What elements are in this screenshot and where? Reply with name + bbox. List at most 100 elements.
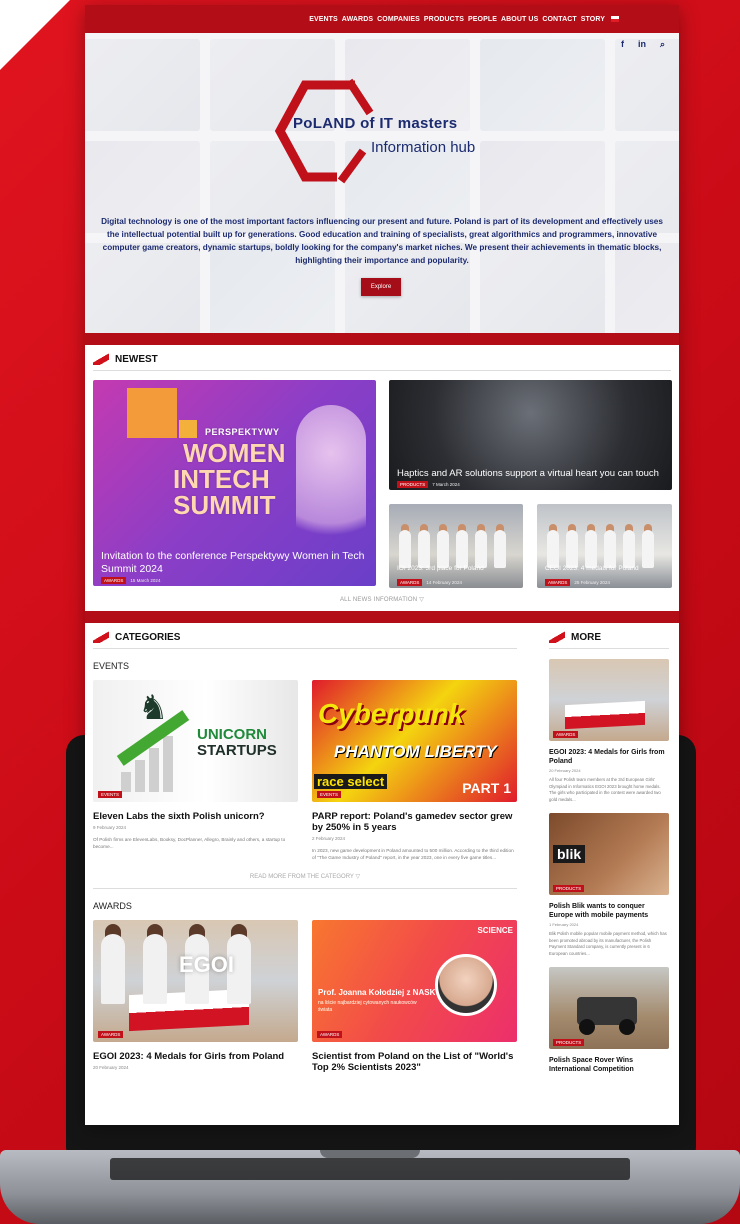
categories-column: CATEGORIES EVENTS ♞ UNICORN STARTUPS Eve… [93, 631, 517, 1073]
more-thumbnail[interactable]: Products [549, 967, 669, 1049]
section-mark-icon [549, 631, 565, 643]
newest-heading: NEWEST [115, 353, 158, 365]
news-card-ceoi[interactable]: CEOI 2023: 4 medals for Poland Awards 25 … [537, 504, 672, 588]
category-badge[interactable]: Products [553, 885, 585, 892]
more-date: 20 February 2024 [549, 768, 581, 773]
explore-button[interactable]: Explore [361, 278, 401, 296]
more-thumbnail[interactable]: Awards [549, 659, 669, 741]
article-title[interactable]: Scientist from Poland on the List of "Wo… [312, 1051, 517, 1073]
background-corner [0, 0, 70, 70]
more-item[interactable]: Awards EGOI 2023: 4 Medals for Girls fro… [549, 659, 669, 803]
section-mark-icon [93, 353, 109, 365]
summit-word: WOMEN [183, 438, 286, 468]
category-badge[interactable]: Events [98, 791, 123, 798]
hexagon-logo-icon [275, 78, 374, 184]
article-thumbnail[interactable]: ♞ UNICORN STARTUPS Events [93, 680, 298, 802]
card-title: CEOI 2023: 4 medals for Poland [545, 565, 639, 572]
article-thumbnail[interactable]: Cyberpunk PHANTOM LIBERTY race select PA… [312, 680, 517, 802]
article-gamedev[interactable]: Cyberpunk PHANTOM LIBERTY race select PA… [312, 680, 517, 861]
category-badge[interactable]: Awards [101, 577, 127, 584]
category-badge[interactable]: Awards [317, 1031, 343, 1038]
categories-header: CATEGORIES [93, 631, 517, 649]
news-card-haptics[interactable]: Haptics and AR solutions support a virtu… [389, 380, 672, 490]
category-badge[interactable]: Awards [545, 579, 571, 586]
card-title: IOI 2023: 3rd place for Poland [397, 565, 484, 572]
newest-header: NEWEST [93, 353, 671, 371]
graphic-text: Prof. Joanna Kołodziej z NASK [318, 988, 436, 997]
nav-awards[interactable]: AWARDS [342, 16, 373, 23]
read-more-link[interactable]: READ MORE FROM THE CATEGORY ▽ [93, 873, 517, 880]
categories-heading: CATEGORIES [115, 631, 181, 643]
summit-word: SUMMIT [173, 490, 276, 520]
awards-subheading[interactable]: AWARDS [93, 901, 517, 911]
divider-bar [85, 333, 679, 345]
facebook-icon[interactable]: f [621, 39, 624, 50]
more-item[interactable]: Products Polish Space Rover Wins Interna… [549, 967, 669, 1074]
more-title[interactable]: Polish Space Rover Wins International Co… [549, 1057, 669, 1074]
nav-story[interactable]: STORY [581, 16, 605, 23]
graphic-text: SCIENCE [477, 926, 513, 935]
summit-word: INTECH [173, 464, 270, 494]
category-badge[interactable]: Awards [397, 579, 423, 586]
nav-products[interactable]: PRODUCTS [424, 16, 464, 23]
article-date: 20 February 2024 [93, 1065, 129, 1070]
graphic-text: UNICORN [197, 726, 267, 743]
article-thumbnail[interactable]: SCIENCE Prof. Joanna Kołodziej z NASK na… [312, 920, 517, 1042]
more-title[interactable]: Polish Blik wants to conquer Europe with… [549, 903, 669, 920]
category-badge[interactable]: Awards [553, 731, 579, 738]
site-logo[interactable]: PoLAND of IT masters Information hub [275, 73, 515, 193]
card-date: 25 February 2024 [574, 580, 610, 585]
news-card-summit[interactable]: PERSPEKTYWY WOMEN INTECH SUMMIT Invitati… [93, 380, 376, 586]
graphic-text: Cyberpunk [318, 698, 465, 729]
article-unicorn[interactable]: ♞ UNICORN STARTUPS Events Eleven Labs th… [93, 680, 298, 861]
nav-people[interactable]: PEOPLE [468, 16, 497, 23]
newest-grid: PERSPEKTYWY WOMEN INTECH SUMMIT Invitati… [93, 380, 672, 590]
article-date: 2 February 2024 [312, 836, 346, 841]
newest-section: NEWEST PERSPEKTYWY WOMEN INTECH SUMMIT I… [85, 345, 679, 611]
all-news-link[interactable]: ALL NEWS INFORMATION ▽ [93, 590, 671, 611]
article-thumbnail[interactable]: EGOI Awards [93, 920, 298, 1042]
article-title[interactable]: EGOI 2023: 4 Medals for Girls from Polan… [93, 1051, 298, 1062]
article-egoi[interactable]: EGOI Awards EGOI 2023: 4 Medals for Girl… [93, 920, 298, 1073]
laptop-notch [320, 1150, 420, 1158]
nav-companies[interactable]: COMPANIES [377, 16, 420, 23]
logo-title: PoLAND of IT masters [293, 115, 458, 132]
card-date: 15 March 2024 [130, 578, 161, 583]
article-excerpt: In 2023, new game development in Poland … [312, 848, 514, 860]
nav-events[interactable]: EVENTS [309, 16, 338, 23]
category-badge[interactable]: Products [553, 1039, 585, 1046]
article-title[interactable]: PARP report: Poland's gamedev sector gre… [312, 811, 517, 833]
article-title[interactable]: Eleven Labs the sixth Polish unicorn? [93, 811, 298, 822]
portrait [435, 954, 497, 1016]
category-badge[interactable]: Events [317, 791, 342, 798]
hologram-figure [296, 405, 366, 565]
card-title: Invitation to the conference Perspektywy… [101, 550, 365, 575]
more-heading: MORE [571, 631, 601, 643]
card-date: 7 March 2024 [432, 482, 460, 487]
search-icon[interactable]: ⌕ [660, 39, 665, 50]
nav-contact[interactable]: CONTACT [542, 16, 576, 23]
summit-word: PERSPEKTYWY [205, 427, 280, 437]
graphic-text: EGOI [179, 952, 235, 977]
graphic-text: na liście najbardziej cytowanych naukowc… [318, 1000, 417, 1013]
news-card-ioi[interactable]: IOI 2023: 3rd place for Poland Awards 14 … [389, 504, 523, 588]
social-links: f in ⌕ [621, 39, 665, 50]
more-item[interactable]: blik Products Polish Blik wants to conqu… [549, 813, 669, 957]
category-badge[interactable]: Awards [98, 1031, 124, 1038]
website-page: EVENTS AWARDS COMPANIES PRODUCTS PEOPLE … [85, 5, 679, 1125]
graphic-text: race select [314, 774, 388, 789]
more-title[interactable]: EGOI 2023: 4 Medals for Girls from Polan… [549, 749, 669, 766]
language-flag-icon[interactable] [611, 16, 619, 22]
graphic-text: PHANTOM LIBERTY [334, 742, 497, 761]
linkedin-icon[interactable]: in [638, 39, 646, 50]
graphic-text: PART 1 [462, 780, 511, 796]
category-badge[interactable]: Products [397, 481, 429, 488]
categories-area: CATEGORIES EVENTS ♞ UNICORN STARTUPS Eve… [85, 623, 679, 1125]
nav-about-us[interactable]: ABOUT US [501, 16, 538, 23]
article-excerpt: Of Polish firms are ElevenLabs, Booksy, … [93, 837, 286, 849]
more-header: MORE [549, 631, 669, 649]
hero-section: f in ⌕ PoLAND of IT masters Information … [85, 33, 679, 333]
more-thumbnail[interactable]: blik Products [549, 813, 669, 895]
article-scientist[interactable]: SCIENCE Prof. Joanna Kołodziej z NASK na… [312, 920, 517, 1073]
events-subheading[interactable]: EVENTS [93, 661, 517, 671]
